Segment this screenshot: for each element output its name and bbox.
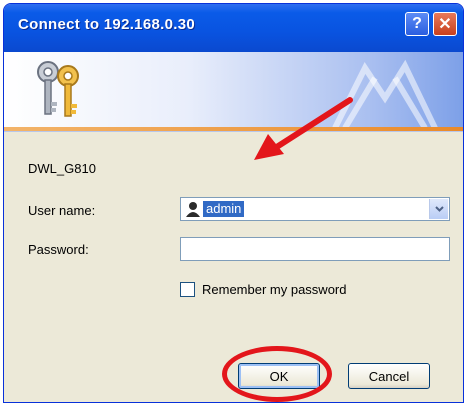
- help-button[interactable]: ?: [405, 12, 429, 36]
- cancel-button-label: Cancel: [368, 368, 410, 384]
- username-label: User name:: [28, 203, 96, 218]
- keys-icon: [37, 61, 79, 117]
- username-combobox[interactable]: admin: [180, 197, 450, 221]
- close-button[interactable]: ✕: [433, 12, 457, 36]
- username-dropdown-button[interactable]: [429, 199, 448, 219]
- annotation-highlight-ellipse: [222, 346, 332, 402]
- window-title: Connect to 192.168.0.30: [18, 16, 195, 33]
- username-value[interactable]: admin: [203, 201, 245, 217]
- annotation-arrow-icon: [254, 97, 353, 160]
- help-icon: ?: [412, 15, 422, 32]
- cancel-button[interactable]: Cancel: [348, 363, 430, 389]
- remember-password-checkbox[interactable]: [180, 282, 195, 297]
- chevron-down-icon: [434, 206, 444, 212]
- password-input[interactable]: [180, 237, 450, 261]
- password-label: Password:: [28, 242, 89, 257]
- site-name-label: DWL_G810: [28, 161, 96, 176]
- remember-password-label[interactable]: Remember my password: [202, 282, 347, 297]
- login-dialog: Connect to 192.168.0.30 ? ✕ DWL_G810 Use…: [3, 3, 464, 403]
- title-bar[interactable]: Connect to 192.168.0.30 ? ✕: [4, 4, 463, 52]
- banner-stripe: [4, 127, 463, 131]
- user-icon: [186, 202, 200, 217]
- dialog-banner: [4, 52, 463, 132]
- close-icon: ✕: [438, 16, 452, 33]
